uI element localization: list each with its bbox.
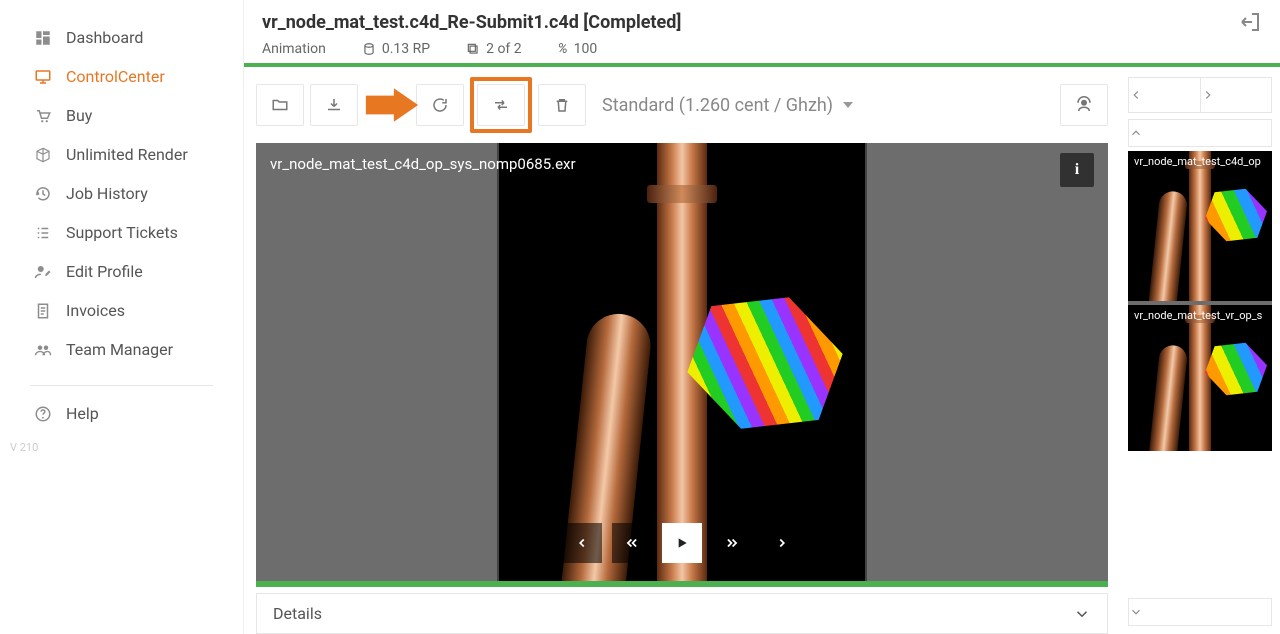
dashboard-icon (34, 29, 66, 47)
play-button[interactable] (662, 523, 702, 563)
thumbnail-list: vr_node_mat_test_c4d_op vr_node_mat_test… (1128, 151, 1272, 451)
sidebar: Dashboard ControlCenter Buy Unlimited Re… (0, 0, 243, 634)
chevron-down-icon (843, 102, 853, 108)
next-frame-button[interactable] (762, 523, 802, 563)
scroll-up-button[interactable] (1128, 119, 1272, 147)
percent-icon: % (558, 41, 568, 57)
sidebar-item-label: Invoices (66, 301, 125, 320)
priority-dropdown[interactable]: Standard (1.260 cent / Ghzh) (592, 95, 863, 116)
dropdown-label: Standard (1.260 cent / Ghzh) (602, 95, 833, 116)
scroll-down-button[interactable] (1128, 598, 1272, 626)
sidebar-item-label: Edit Profile (66, 262, 143, 281)
thumbnail-item[interactable]: vr_node_mat_test_c4d_op (1128, 151, 1272, 301)
sidebar-item-label: Help (66, 404, 99, 423)
sidebar-item-label: Job History (66, 184, 148, 203)
page-title: vr_node_mat_test.c4d_Re-Submit1.c4d [Com… (262, 12, 1262, 33)
open-folder-button[interactable] (256, 84, 304, 126)
user-edit-icon (34, 263, 66, 281)
cart-icon (34, 107, 66, 125)
thumbnail-item[interactable]: vr_node_mat_test_vr_op_s (1128, 301, 1272, 451)
preview-area: vr_node_mat_test_c4d_op_sys_nomp0685.exr… (256, 143, 1108, 581)
history-icon (34, 185, 66, 203)
frame-filename: vr_node_mat_test_c4d_op_sys_nomp0685.exr (270, 155, 576, 173)
database-icon (362, 42, 376, 56)
thumb-label: vr_node_mat_test_c4d_op (1134, 155, 1261, 168)
monitor-icon (34, 68, 66, 86)
preview-progress-bar (256, 581, 1108, 587)
annotation-highlight (470, 77, 532, 133)
sidebar-item-dashboard[interactable]: Dashboard (0, 18, 243, 57)
meta-rp: 0.13 RP (362, 41, 430, 57)
help-icon (34, 405, 66, 423)
refresh-button[interactable] (416, 84, 464, 126)
sidebar-item-buy[interactable]: Buy (0, 96, 243, 135)
thumb-label: vr_node_mat_test_vr_op_s (1134, 309, 1262, 322)
render-canvas (256, 143, 1108, 581)
sidebar-item-edit-profile[interactable]: Edit Profile (0, 252, 243, 291)
prev-frame-button[interactable] (562, 523, 602, 563)
exit-button[interactable] (1238, 10, 1262, 34)
next-job-button[interactable] (1201, 78, 1272, 112)
sidebar-item-team-manager[interactable]: Team Manager (0, 330, 243, 369)
sidebar-item-invoices[interactable]: Invoices (0, 291, 243, 330)
forward-button[interactable] (712, 523, 752, 563)
version-label: V 210 (0, 433, 243, 462)
sidebar-item-label: Team Manager (66, 340, 173, 359)
sidebar-item-label: Dashboard (66, 28, 143, 47)
resubmit-button[interactable] (477, 84, 525, 126)
main: vr_node_mat_test.c4d_Re-Submit1.c4d [Com… (243, 0, 1280, 634)
sidebar-item-label: Unlimited Render (66, 145, 188, 164)
toolbar: Standard (1.260 cent / Ghzh) (244, 67, 1120, 143)
info-button[interactable]: i (1060, 153, 1094, 187)
sidebar-item-job-history[interactable]: Job History (0, 174, 243, 213)
list-icon (34, 224, 66, 242)
delete-button[interactable] (538, 84, 586, 126)
sidebar-item-help[interactable]: Help (0, 394, 243, 433)
invoice-icon (34, 302, 66, 320)
playbar (562, 523, 802, 563)
team-icon (34, 341, 66, 359)
meta-frames: 2 of 2 (466, 41, 522, 57)
cube-icon (34, 146, 66, 164)
divider (30, 385, 213, 386)
meta-type: Animation (262, 41, 326, 57)
sidebar-item-unlimited-render[interactable]: Unlimited Render (0, 135, 243, 174)
sidebar-item-support-tickets[interactable]: Support Tickets (0, 213, 243, 252)
sidebar-item-label: Buy (66, 106, 92, 125)
rewind-button[interactable] (612, 523, 652, 563)
chevron-down-icon (1073, 605, 1091, 623)
sidebar-item-label: Support Tickets (66, 223, 178, 242)
header: vr_node_mat_test.c4d_Re-Submit1.c4d [Com… (244, 0, 1280, 63)
prev-job-button[interactable] (1129, 78, 1201, 112)
sidebar-item-controlcenter[interactable]: ControlCenter (0, 57, 243, 96)
annotation-arrow (364, 85, 420, 125)
download-button[interactable] (310, 84, 358, 126)
details-toggle[interactable]: Details (256, 593, 1108, 634)
sidebar-item-label: ControlCenter (66, 67, 165, 86)
details-label: Details (273, 604, 322, 623)
stack-icon (466, 42, 480, 56)
meta-percent: % 100 (558, 41, 598, 57)
support-button[interactable] (1060, 84, 1108, 126)
right-panel: vr_node_mat_test_c4d_op vr_node_mat_test… (1120, 67, 1280, 634)
